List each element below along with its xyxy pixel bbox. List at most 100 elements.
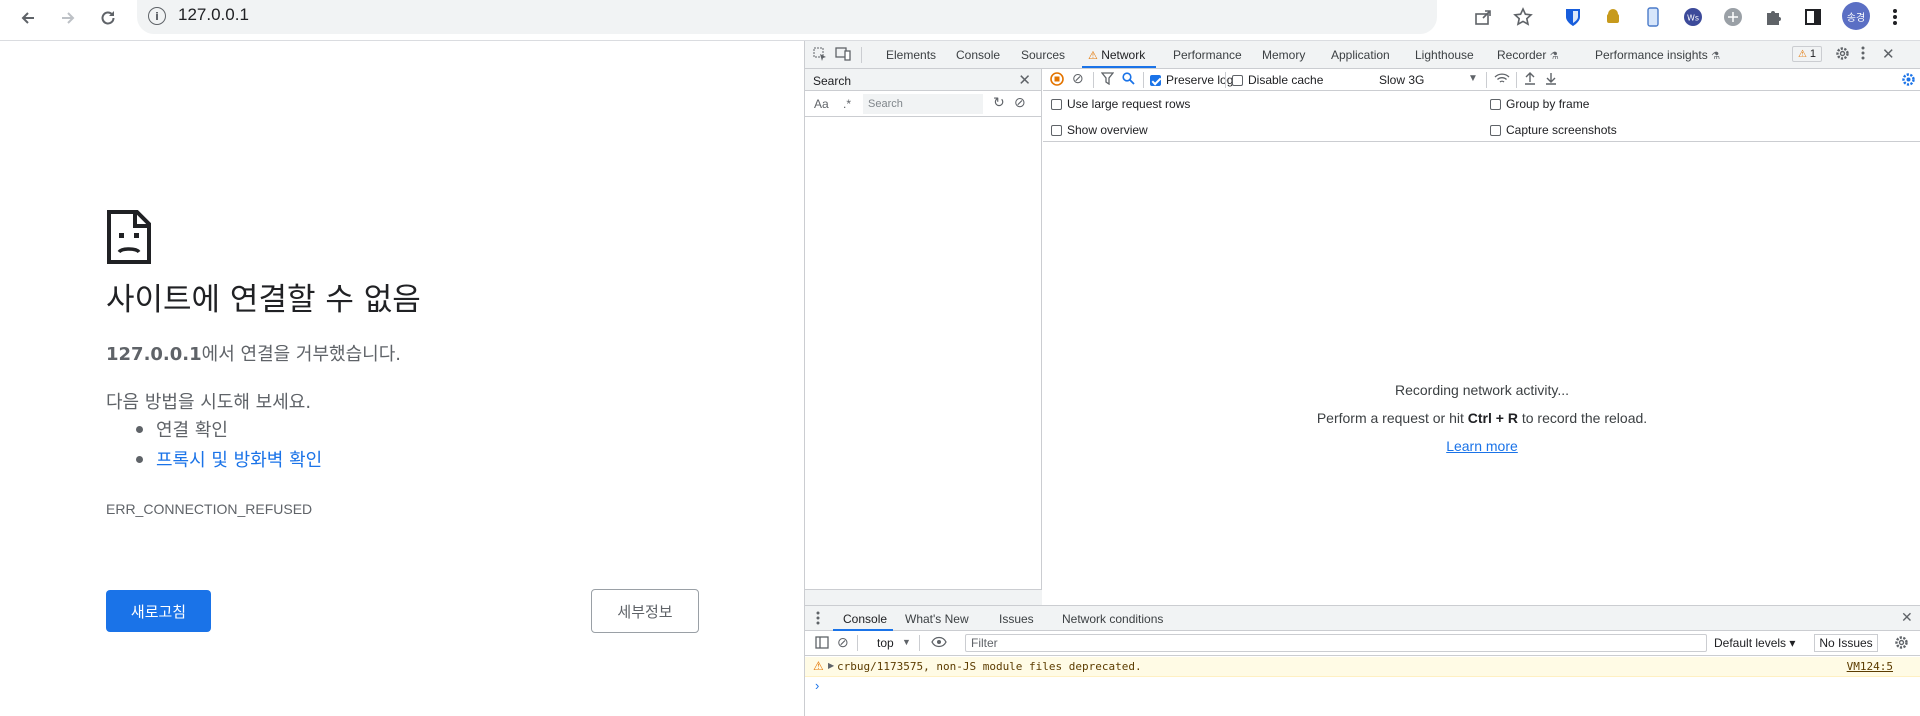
tab-sources[interactable]: Sources (1021, 48, 1065, 62)
checkbox-unchecked[interactable] (1490, 124, 1501, 136)
group-by-frame-checkbox[interactable]: Group by frame (1490, 97, 1589, 111)
log-levels-select[interactable]: Default levels ▾ (1714, 636, 1795, 650)
details-button[interactable]: 세부정보 (591, 589, 699, 633)
drawer-tab-issues[interactable]: Issues (999, 612, 1034, 626)
large-rows-checkbox[interactable]: Use large request rows (1051, 97, 1190, 111)
tab-console[interactable]: Console (956, 48, 1000, 62)
omnibox[interactable] (137, 0, 1437, 34)
flask-icon: ⚗ (1711, 51, 1721, 62)
warning-icon: ⚠ (1088, 50, 1098, 62)
refresh-search-icon[interactable]: ↻ (993, 94, 1005, 111)
stop-recording-icon[interactable] (1050, 72, 1064, 89)
devtools-tabbar: Elements Console Sources ⚠ Network Perfo… (805, 41, 1920, 69)
search-icon[interactable] (1122, 72, 1135, 88)
close-search-icon[interactable]: ✕ (1018, 71, 1031, 89)
tab-network[interactable]: ⚠ Network (1088, 48, 1145, 62)
tab-performance-insights[interactable]: Performance insights ⚗ (1595, 48, 1720, 62)
device-toolbar-icon[interactable] (835, 47, 851, 64)
bitwarden-icon[interactable] (1560, 4, 1586, 30)
drawer-tab-whats-new[interactable]: What's New (905, 612, 969, 626)
export-har-icon[interactable] (1545, 72, 1557, 88)
console-drawer: Console What's New Issues Network condit… (805, 605, 1920, 716)
network-settings-icon[interactable] (1901, 72, 1916, 90)
import-har-icon[interactable] (1524, 72, 1536, 88)
eye-icon[interactable] (931, 636, 947, 651)
clear-icon[interactable]: ⊘ (1072, 70, 1084, 87)
console-prompt-icon[interactable]: › (815, 678, 819, 693)
large-rows-label: Use large request rows (1067, 97, 1191, 111)
tab-recorder[interactable]: Recorder ⚗ (1497, 48, 1559, 62)
inspect-icon[interactable] (813, 47, 827, 64)
share-icon[interactable] (1470, 4, 1496, 30)
svg-text:Ws: Ws (1687, 14, 1699, 23)
context-select[interactable]: top (877, 636, 894, 650)
sidepanel-icon[interactable] (1800, 4, 1826, 30)
chevron-down-icon[interactable]: ▼ (1468, 73, 1478, 84)
match-case-toggle[interactable]: Aa (814, 97, 829, 111)
capture-screenshots-label: Capture screenshots (1506, 123, 1617, 137)
star-icon[interactable] (1510, 4, 1536, 30)
console-settings-icon[interactable] (1894, 635, 1909, 653)
console-filter-input[interactable] (965, 634, 1707, 652)
sidebar-toggle-icon[interactable] (815, 636, 829, 652)
regex-toggle[interactable]: .* (843, 97, 851, 111)
tab-application[interactable]: Application (1331, 48, 1390, 62)
hint-prefix: Perform a request or hit (1316, 410, 1468, 426)
tab-performance[interactable]: Performance (1173, 48, 1242, 62)
checkbox-unchecked[interactable] (1051, 98, 1062, 110)
device-icon[interactable] (1640, 4, 1666, 30)
issues-button[interactable]: No Issues (1814, 634, 1878, 652)
drawer-tab-network-conditions[interactable]: Network conditions (1062, 612, 1163, 626)
expand-arrow-icon[interactable]: ▶ (828, 661, 834, 670)
clear-console-icon[interactable]: ⊘ (837, 634, 849, 651)
avatar[interactable]: 송경 (1842, 2, 1870, 30)
show-overview-checkbox[interactable]: Show overview (1051, 123, 1148, 137)
drawer-menu-icon[interactable] (816, 611, 820, 628)
error-description: 127.0.0.1에서 연결을 거부했습니다. (106, 340, 401, 366)
learn-more-link[interactable]: Learn more (1043, 438, 1920, 454)
preserve-log-checkbox[interactable]: Preserve log (1150, 73, 1233, 87)
reload-icon[interactable] (94, 4, 122, 32)
tab-lighthouse[interactable]: Lighthouse (1415, 48, 1474, 62)
drawer-tab-console[interactable]: Console (843, 612, 887, 626)
clear-search-icon[interactable]: ⊘ (1014, 94, 1026, 111)
disable-cache-checkbox[interactable]: Disable cache (1232, 73, 1323, 87)
close-drawer-icon[interactable]: ✕ (1901, 609, 1913, 626)
settings-gear-icon[interactable] (1835, 46, 1850, 64)
capture-screenshots-checkbox[interactable]: Capture screenshots (1490, 123, 1617, 137)
search-pane-title: Search (813, 74, 852, 88)
checkbox-checked[interactable] (1150, 74, 1161, 86)
throttling-select[interactable]: Slow 3G (1379, 73, 1424, 87)
menu-icon[interactable] (1882, 4, 1908, 30)
filter-icon[interactable] (1100, 72, 1115, 88)
recording-text: Recording network activity... (1394, 382, 1570, 398)
android-icon[interactable] (1600, 4, 1626, 30)
ws-icon[interactable]: Ws (1680, 4, 1706, 30)
tab-elements[interactable]: Elements (886, 48, 936, 62)
forward-icon[interactable] (54, 4, 82, 32)
search-input[interactable] (863, 94, 983, 114)
error-host: 127.0.0.1 (106, 344, 202, 365)
warning-source-link[interactable]: VM124:5 (1847, 660, 1893, 673)
reload-hint: Perform a request or hit Ctrl + R to rec… (1043, 410, 1920, 426)
show-overview-label: Show overview (1067, 123, 1148, 137)
back-icon[interactable] (14, 4, 42, 32)
puzzle-icon[interactable] (1760, 4, 1786, 30)
info-icon[interactable]: i (148, 7, 166, 25)
network-settings-pane: Use large request rows Show overview Gro… (1043, 92, 1920, 142)
checkbox-unchecked[interactable] (1051, 124, 1062, 136)
chevron-down-icon[interactable]: ▼ (902, 637, 911, 647)
tab-memory[interactable]: Memory (1262, 48, 1305, 62)
close-devtools-icon[interactable]: ✕ (1882, 45, 1895, 63)
network-conditions-icon[interactable] (1494, 72, 1510, 88)
tab-network-label: Network (1101, 48, 1146, 62)
suggestion-proxy-firewall-link[interactable]: 프록시 및 방화벽 확인 (132, 446, 322, 476)
hint-suffix: to record the reload. (1517, 410, 1648, 426)
extension-icon[interactable] (1720, 4, 1746, 30)
reload-button[interactable]: 새로고침 (106, 590, 211, 632)
warning-badge[interactable]: ⚠ 1 (1792, 46, 1822, 62)
more-options-icon[interactable] (1861, 46, 1865, 63)
checkbox-unchecked[interactable] (1232, 74, 1243, 86)
checkbox-unchecked[interactable] (1490, 98, 1501, 110)
url-text[interactable]: 127.0.0.1 (178, 5, 249, 25)
